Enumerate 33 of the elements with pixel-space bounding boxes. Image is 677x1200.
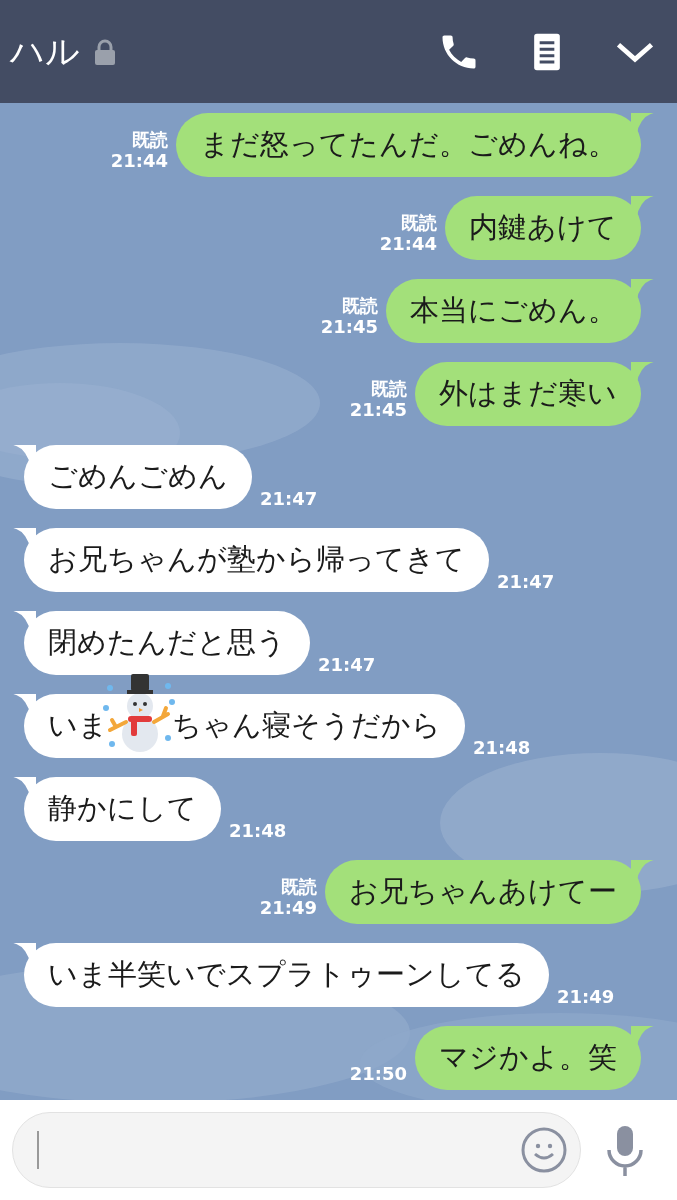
message-time: 21:48 [473,737,531,759]
message-time: 21:47 [497,571,555,593]
message-text: いま半笑いでスプラトゥーンしてる [48,955,525,993]
message-time: 21:49 [259,897,317,919]
message-text: いま [48,706,108,744]
message-time: 21:47 [318,654,376,676]
message-text: 閉めたんだと思う [48,623,286,661]
read-receipt: 既読 [342,294,378,317]
message-time: 21:47 [260,488,318,510]
message-text: お兄ちゃんあけてー [349,872,617,910]
message-text: 本当にごめん。 [410,291,617,329]
message-time: 21:44 [110,150,168,172]
message-time: 21:50 [349,1063,407,1085]
message-time: 21:49 [557,986,615,1008]
message-text: 外はまだ寒い [439,374,617,412]
read-receipt: 既読 [401,211,437,234]
message-text: 内鍵あけて [469,208,617,246]
message-time: 21:45 [349,399,407,421]
chat-title: ハル [10,29,80,73]
message-text: マジかよ。笑 [439,1038,617,1076]
message-text: まだ怒ってたんだ。ごめんね。 [200,125,617,163]
message-time: 21:45 [320,316,378,338]
microphone-icon[interactable] [605,1124,645,1176]
message-text: 静かにして [48,789,197,827]
message-time: 21:48 [229,820,287,842]
read-receipt: 既読 [281,875,317,898]
read-receipt: 既読 [132,128,168,151]
read-receipt: 既読 [371,377,407,400]
message-time: 21:44 [379,233,437,255]
message-text: ちゃん寝そうだから [172,706,441,744]
message-text: ごめんごめん [48,457,228,495]
emoji-icon[interactable] [520,1126,568,1174]
message-text: お兄ちゃんが塾から帰ってきて [48,540,465,578]
